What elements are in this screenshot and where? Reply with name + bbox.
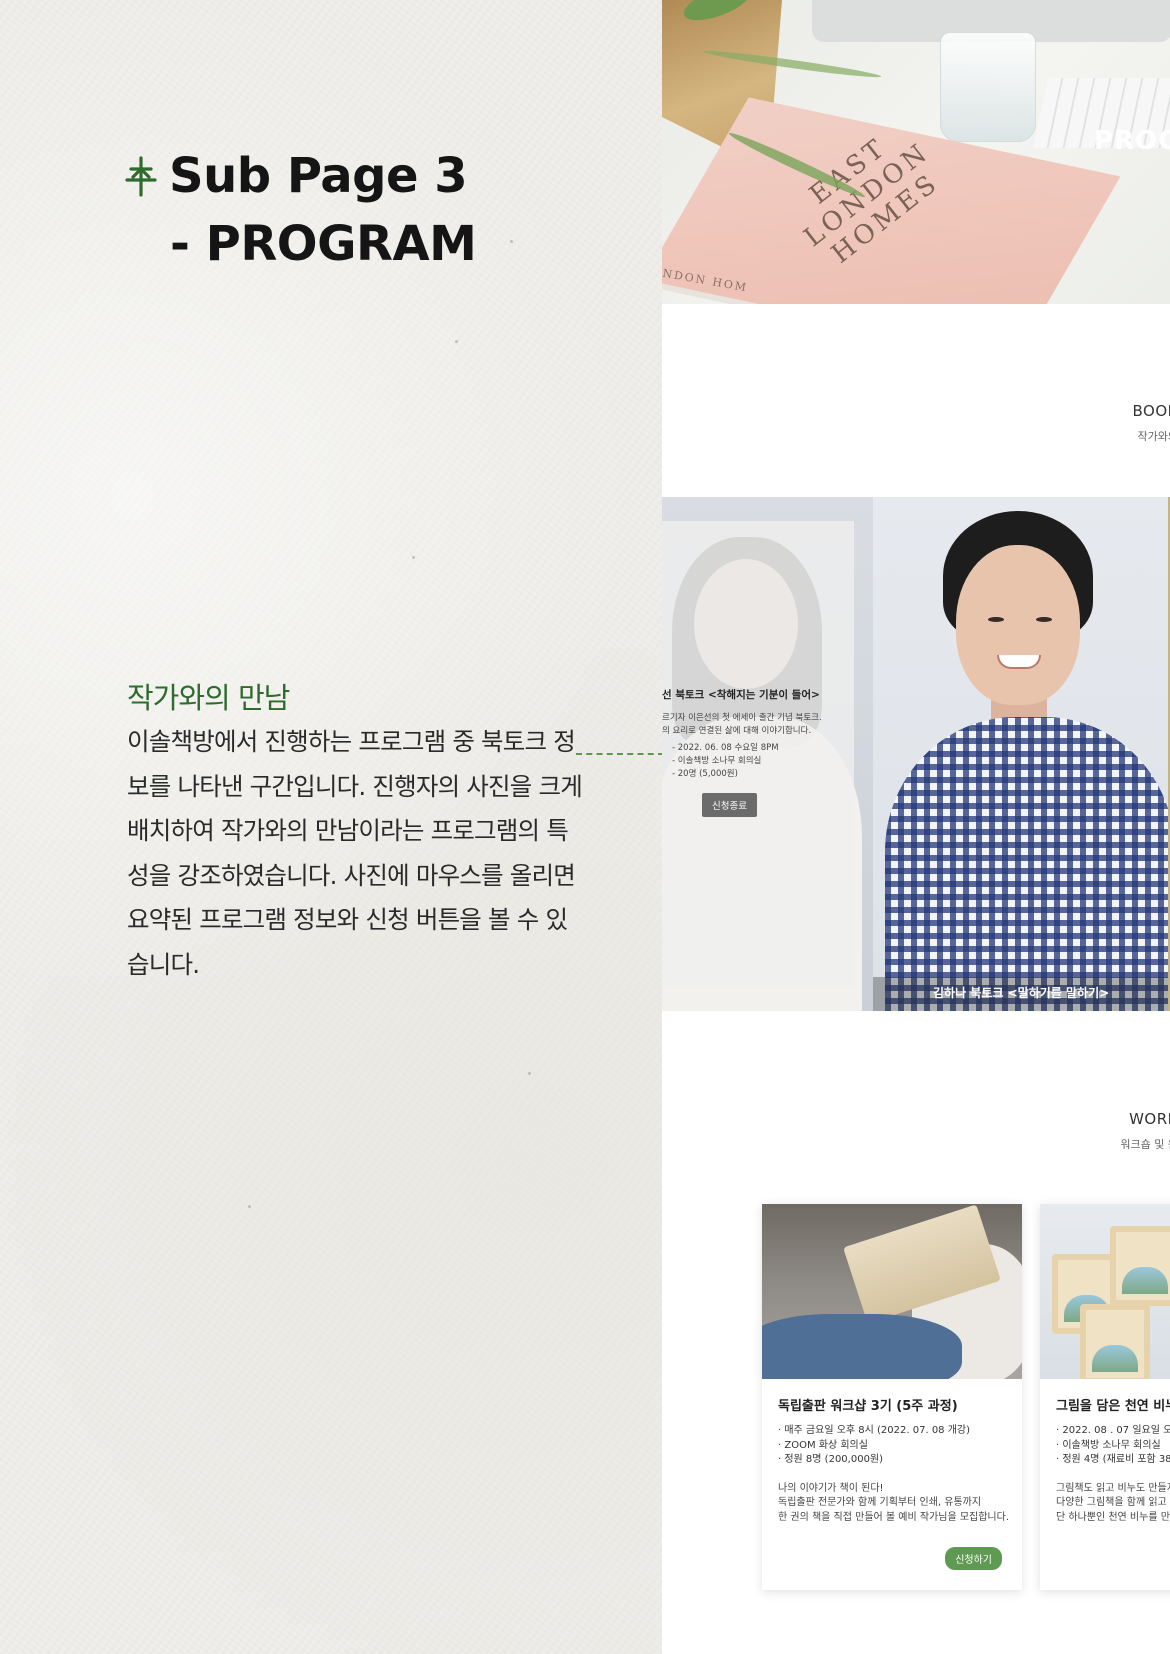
- workshop-desc-line: 독립출판 전문가와 함께 기획부터 인쇄, 유통까지: [778, 1497, 982, 1508]
- program-line: 의 요리로 연결된 삶에 대해 이야기합니다.: [662, 726, 812, 736]
- booktalk-section-title: BOOK: [1132, 402, 1170, 420]
- workshop-section-header: WORK 워크숍 및 원: [1120, 1110, 1170, 1152]
- program-date: - 2022. 06. 08 수요일 8PM: [672, 743, 779, 753]
- description-panel: Sub Page 3 - PROGRAM 작가와의 만남 이솔책방에서 진행하는…: [0, 0, 662, 1654]
- soap-shape: [1110, 1226, 1170, 1306]
- workshop-schedule: · 매주 금요일 오후 8시 (2022. 07. 08 개강): [778, 1425, 971, 1436]
- workshop-place: · ZOOM 화상 회의실: [778, 1439, 868, 1451]
- paper-speck: [412, 556, 415, 559]
- program-title: 선 북토크 <착해지는 기분이 들어>: [662, 689, 820, 701]
- workshop-place: · 이솔책방 소나무 회의실: [1056, 1439, 1161, 1451]
- paper-speck: [248, 1205, 251, 1208]
- section-description: 이솔책방에서 진행하는 프로그램 중 북토크 정보를 나타낸 구간입니다. 진행…: [127, 727, 583, 979]
- workshop-title: 그림을 담은 천연 비누 만: [1056, 1399, 1170, 1414]
- page-title: Sub Page 3 - PROGRAM: [125, 146, 477, 274]
- section-heading: 작가와의 만남: [127, 681, 290, 715]
- paper-speck: [528, 1072, 531, 1075]
- author-face-shape: [956, 545, 1080, 705]
- workshop-desc-line: 한 권의 책을 직접 만들어 볼 예비 작가님을 모집합니다.: [778, 1511, 1010, 1523]
- title-line-1: Sub Page 3: [169, 148, 468, 204]
- registration-closed-button[interactable]: 신청종료: [702, 793, 757, 817]
- pine-tree-icon: [125, 156, 157, 197]
- author-photo-card[interactable]: 김하나 북토크 <말하기를 말하기>: [873, 497, 1170, 1011]
- soap-shape: [1080, 1304, 1150, 1379]
- workshop-desc-line: 그림책도 읽고 비누도 만들지: [1056, 1482, 1170, 1494]
- workshop-card[interactable]: 독립출판 워크샵 3기 (5주 과정) · 매주 금요일 오후 8시 (2022…: [762, 1204, 1022, 1590]
- hero-image: EAST LONDON HOMES NDON HOM PROG: [662, 0, 1170, 304]
- program-line: 르기자 이은선의 첫 에세이 출간 기념 북토크.: [662, 713, 822, 723]
- program-capacity: - 20명 (5,000원): [672, 769, 738, 779]
- paper-speck: [455, 340, 458, 343]
- photo-caption: 김하나 북토크 <말하기를 말하기>: [933, 986, 1110, 1000]
- author-photo-card-hovered[interactable]: 선 북토크 <착해지는 기분이 들어> 르기자 이은선의 첫 에세이 출간 기념…: [662, 497, 873, 1011]
- author-photo-gallery: 선 북토크 <착해지는 기분이 들어> 르기자 이은선의 첫 에세이 출간 기념…: [662, 497, 1170, 1011]
- booktalk-section-subtitle: 작가와의: [1137, 430, 1170, 443]
- workshop-schedule: · 2022. 08 . 07 일요일 오후: [1056, 1425, 1170, 1436]
- workshop-capacity: · 정원 4명 (재료비 포함 38,0: [1056, 1454, 1170, 1465]
- jeans-shape: [762, 1314, 962, 1379]
- author-eye-shape: [988, 617, 1004, 622]
- workshop-desc-line: 단 하나뿐인 천연 비누를 만들: [1056, 1511, 1170, 1523]
- workshop-title: 독립출판 워크샵 3기 (5주 과정): [778, 1399, 958, 1414]
- author-eye-shape: [1036, 617, 1052, 622]
- workshop-card[interactable]: 그림을 담은 천연 비누 만 · 2022. 08 . 07 일요일 오후 · …: [1040, 1204, 1170, 1590]
- workshop-section-subtitle: 워크숍 및 원: [1120, 1138, 1170, 1151]
- booktalk-section-header: BOOK 작가와의: [1133, 402, 1170, 444]
- workshop-desc-line: 나의 이야기가 책이 된다!: [778, 1482, 884, 1494]
- workshop-section-title: WORK: [1129, 1110, 1170, 1128]
- website-preview: EAST LONDON HOMES NDON HOM PROG BOOK 작가와…: [662, 0, 1170, 1654]
- program-place: - 이솔책방 소나무 회의실: [672, 756, 762, 766]
- author-shirt-shape: [885, 717, 1170, 1011]
- paper-speck: [510, 240, 513, 243]
- apply-button[interactable]: 신청하기: [945, 1547, 1002, 1570]
- hero-title: PROG: [1094, 126, 1170, 156]
- workshop-image: [762, 1204, 1022, 1379]
- glass-shape: [940, 32, 1036, 142]
- program-summary: 선 북토크 <착해지는 기분이 들어> 르기자 이은선의 첫 에세이 출간 기념…: [662, 687, 854, 817]
- workshop-image: [1040, 1204, 1170, 1379]
- title-line-2: - PROGRAM: [170, 216, 477, 272]
- workshop-capacity: · 정원 8명 (200,000원): [778, 1454, 884, 1465]
- workshop-desc-line: 다양한 그림책을 함께 읽고 나: [1056, 1497, 1170, 1508]
